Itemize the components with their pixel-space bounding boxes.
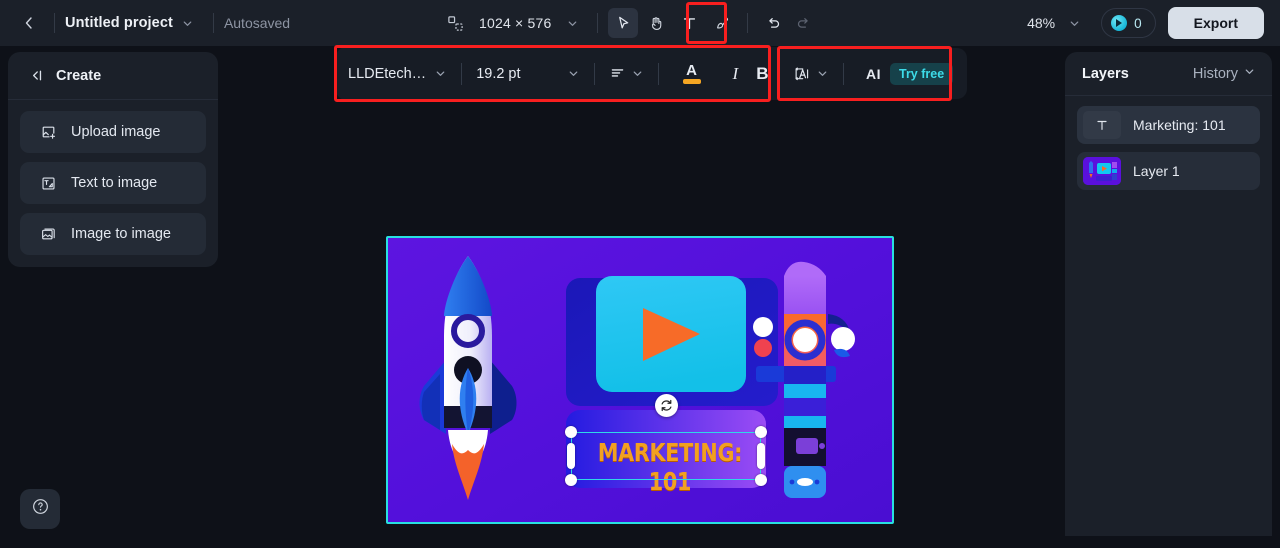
undo-button[interactable] — [758, 8, 788, 38]
ai-label[interactable]: AI — [866, 66, 881, 82]
divider — [843, 62, 844, 85]
text-color-letter: A — [686, 61, 697, 79]
divider — [212, 13, 214, 33]
font-family-value[interactable]: LLDEtech… — [348, 66, 426, 82]
canvas-dimensions[interactable]: 1024 × 576 — [479, 15, 551, 31]
font-family-chevron-down-icon[interactable] — [434, 67, 447, 80]
credits-badge[interactable]: 0 — [1101, 8, 1156, 38]
question-mark-icon — [31, 497, 50, 521]
divider — [54, 13, 55, 33]
layer-name: Marketing: 101 — [1133, 117, 1226, 133]
layer-row[interactable]: Layer 1 — [1077, 152, 1260, 190]
upload-image-button[interactable]: Upload image — [20, 111, 206, 153]
try-free-badge[interactable]: Try free — [890, 62, 954, 85]
upload-image-icon — [40, 124, 57, 141]
create-panel-header: Create — [8, 52, 218, 100]
export-button[interactable]: Export — [1167, 7, 1264, 39]
top-bar: Untitled project Autosaved 1024 × 576 48… — [0, 0, 1280, 46]
bold-button[interactable]: B — [756, 64, 768, 84]
credit-token-icon — [1111, 15, 1128, 31]
create-panel-title: Create — [56, 67, 102, 84]
layer-name: Layer 1 — [1133, 163, 1180, 179]
italic-button[interactable]: I — [733, 64, 739, 84]
canvas-border — [386, 236, 894, 524]
text-to-image-icon — [40, 175, 57, 192]
text-format-toolbar: LLDEtech… 19.2 pt A I B — [336, 47, 789, 100]
credits-count: 0 — [1134, 15, 1142, 31]
text-color-button[interactable]: A — [682, 61, 701, 84]
font-size-value[interactable]: 19.2 pt — [476, 66, 520, 82]
text-align-chevron-down-icon[interactable] — [631, 67, 644, 80]
tool-group — [608, 8, 737, 38]
divider — [593, 62, 595, 85]
image-to-image-label: Image to image — [71, 226, 171, 242]
topbar-right-group: 48% 0 Export — [1027, 0, 1264, 46]
zoom-chevron-down-icon[interactable] — [1059, 8, 1089, 38]
layers-list: Marketing: 101 Layer 1 — [1065, 96, 1272, 200]
artwork-thumbnail — [1083, 157, 1121, 185]
tab-layers[interactable]: Layers — [1082, 66, 1129, 82]
topbar-left-group: Untitled project Autosaved — [0, 8, 290, 38]
app-root: Untitled project Autosaved 1024 × 576 48… — [0, 0, 1280, 548]
text-color-swatch — [682, 78, 701, 84]
canvas-area[interactable]: MARKETING: 101 — [386, 236, 894, 524]
image-to-image-button[interactable]: Image to image — [20, 213, 206, 255]
image-to-image-icon — [40, 226, 57, 243]
tab-history-label: History — [1192, 65, 1238, 82]
line-height-chevron-down-icon[interactable] — [816, 67, 829, 80]
text-tool[interactable] — [674, 8, 704, 38]
topbar-center-group: 1024 × 576 — [440, 0, 818, 46]
divider — [461, 62, 463, 85]
upload-image-label: Upload image — [71, 124, 161, 140]
line-height-icon[interactable] — [793, 65, 811, 83]
divider — [747, 13, 749, 33]
collapse-left-icon[interactable] — [28, 67, 45, 84]
text-t-icon — [1083, 111, 1121, 139]
autosaved-status: Autosaved — [223, 15, 291, 31]
divider — [597, 13, 599, 33]
dimensions-chevron-down-icon[interactable] — [557, 8, 587, 38]
text-align-left-icon[interactable] — [609, 65, 626, 82]
layer-row[interactable]: Marketing: 101 — [1077, 106, 1260, 144]
project-title[interactable]: Untitled project — [65, 15, 173, 31]
font-size-chevron-down-icon[interactable] — [567, 67, 580, 80]
tab-history[interactable]: History — [1193, 65, 1256, 82]
text-to-image-label: Text to image — [71, 175, 158, 191]
history-chevron-down-icon — [1243, 65, 1256, 82]
ai-toolbar: AI Try free — [779, 48, 968, 99]
divider — [657, 62, 659, 85]
layers-panel: Layers History Marketing: 101 Layer 1 — [1065, 52, 1272, 536]
brush-tool[interactable] — [707, 8, 737, 38]
project-menu-chevron-down-icon[interactable] — [173, 8, 203, 38]
help-button[interactable] — [20, 489, 60, 529]
redo-button[interactable] — [788, 8, 818, 38]
select-tool[interactable] — [608, 8, 639, 38]
zoom-level[interactable]: 48% — [1027, 15, 1055, 31]
layers-panel-header: Layers History — [1065, 52, 1272, 96]
create-panel-items: Upload image Text to image Image to imag… — [8, 100, 218, 266]
hand-tool[interactable] — [641, 8, 671, 38]
create-panel: Create Upload image Text to image Image … — [8, 52, 218, 267]
resize-icon[interactable] — [440, 8, 470, 38]
text-to-image-button[interactable]: Text to image — [20, 162, 206, 204]
back-button[interactable] — [14, 8, 44, 38]
